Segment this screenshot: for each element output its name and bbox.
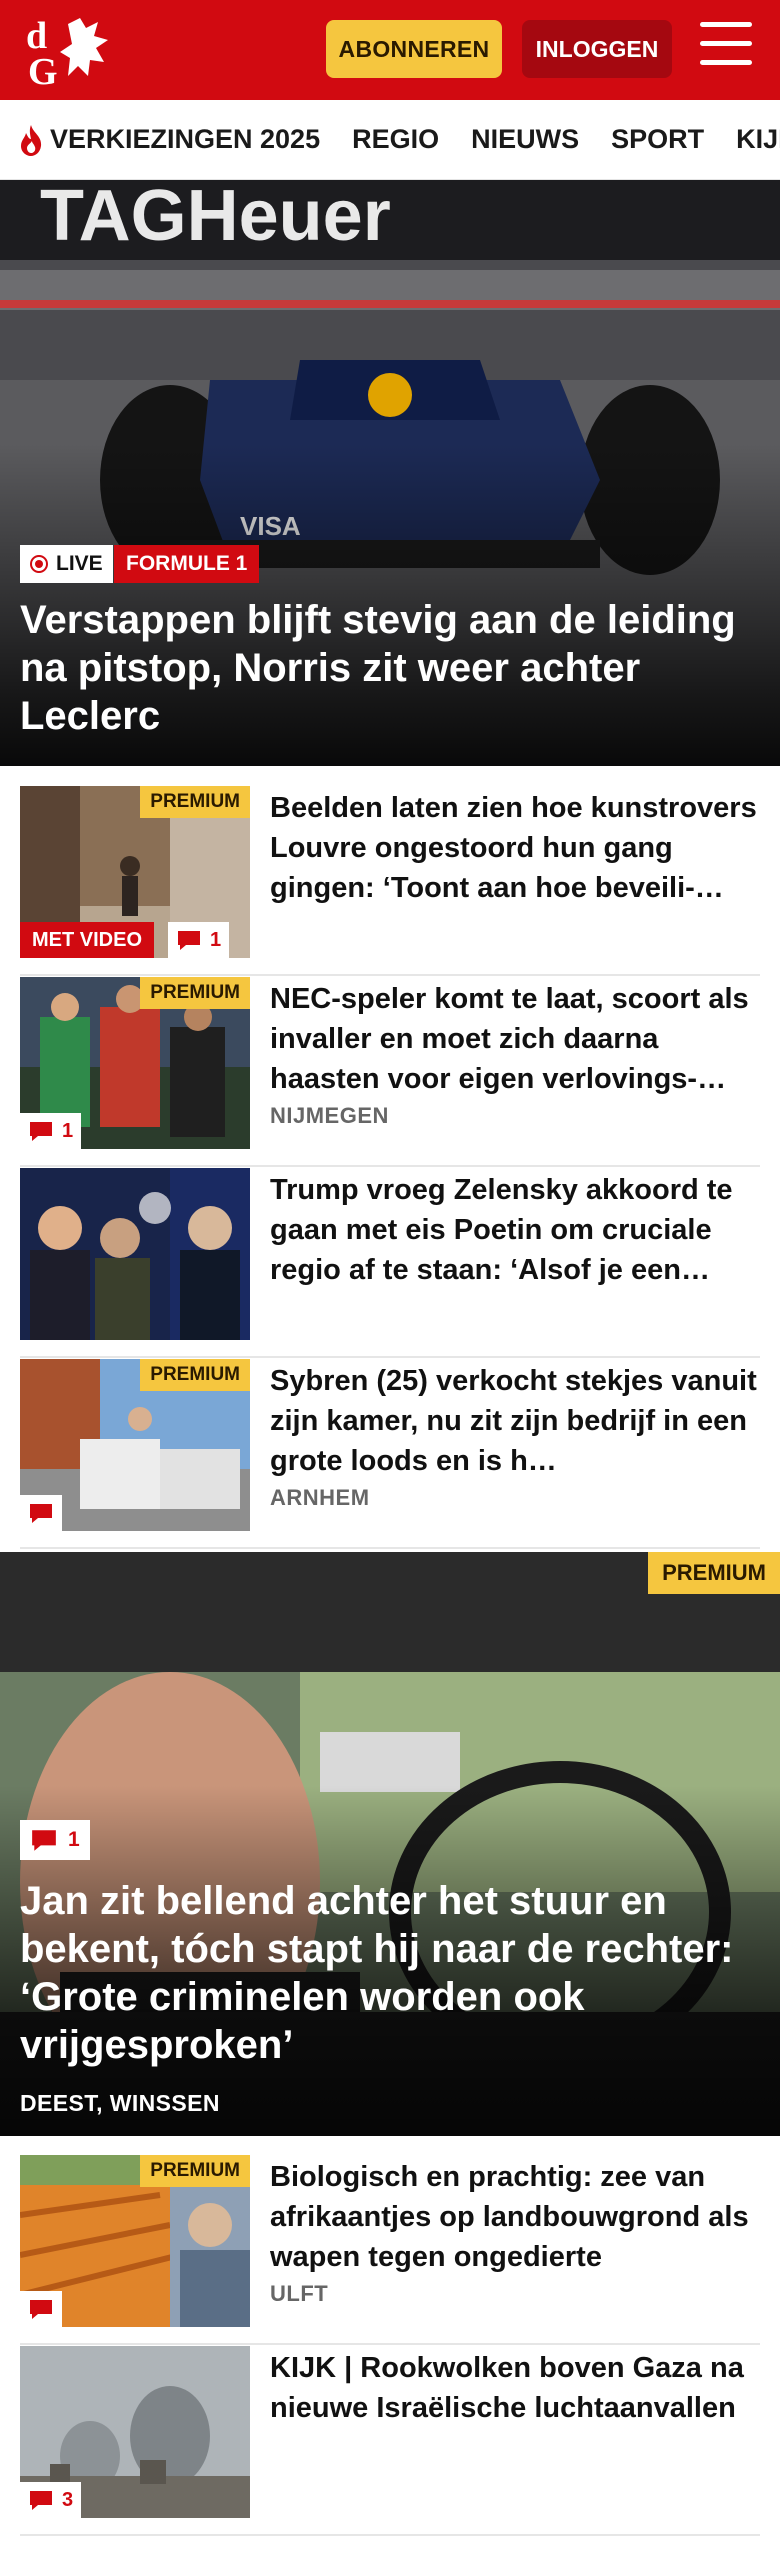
- article-thumbnail: PREMIUM MET VIDEO 1: [20, 786, 250, 958]
- article-thumbnail: PREMIUM: [20, 1359, 250, 1531]
- comment-count[interactable]: 3: [20, 2482, 82, 2518]
- article-title[interactable]: Biologisch en prachtig: zee van afrikaan…: [270, 2157, 760, 2277]
- feature-location: DEEST, WINSSEN: [20, 2090, 220, 2116]
- svg-text:G: G: [28, 51, 58, 88]
- live-label: LIVE: [56, 552, 103, 575]
- nav-item-regio[interactable]: REGIO: [352, 124, 439, 155]
- premium-badge: PREMIUM: [140, 2155, 250, 2187]
- comment-count[interactable]: [20, 2291, 62, 2327]
- article-location: ULFT: [270, 2281, 329, 2306]
- nav-item-nieuws[interactable]: NIEUWS: [471, 124, 579, 155]
- nav-item-verkiezingen[interactable]: VERKIEZINGEN 2025: [16, 123, 320, 157]
- feature-article[interactable]: PREMIUM 1 Jan zit bellend achter het stu…: [0, 1552, 780, 2136]
- list-item[interactable]: PREMIUM 1 NEC-speler komt te laat, scoor…: [20, 977, 760, 1167]
- article-title[interactable]: NEC-speler komt te laat, scoort als inva…: [270, 979, 760, 1099]
- hero-article[interactable]: TAGHeuer VISA LIVE FORMULE 1 Verstappen …: [0, 180, 780, 766]
- logo-icon: d G: [26, 15, 108, 93]
- article-thumbnail: 3: [20, 2346, 250, 2518]
- article-thumbnail: PREMIUM 1: [20, 977, 250, 1149]
- article-title[interactable]: Beelden laten zien hoe kunstro­vers Louv…: [270, 788, 760, 908]
- comment-icon: [30, 1504, 52, 1523]
- top-bar: d G ABONNEREN INLOGGEN: [0, 0, 780, 100]
- live-badge: LIVE: [20, 545, 113, 583]
- list-item[interactable]: PREMIUM MET VIDEO 1 Beelden laten zien h…: [20, 786, 760, 976]
- article-title[interactable]: KIJK | Rookwolken boven Gaza na nieuwe I…: [270, 2348, 760, 2468]
- article-title[interactable]: Sybren (25) verkocht stekjes vanuit zijn…: [270, 1361, 760, 1481]
- comment-count-value: 1: [210, 928, 222, 951]
- article-location: NIJMEGEN: [270, 1103, 389, 1128]
- site-logo[interactable]: d G: [24, 14, 116, 93]
- premium-badge: PREMIUM: [140, 977, 250, 1009]
- comment-count[interactable]: [20, 1495, 62, 1531]
- login-button[interactable]: INLOGGEN: [522, 20, 672, 78]
- list-item[interactable]: PREMIUM Biologisch en prachtig: zee van …: [20, 2155, 760, 2345]
- list-item[interactable]: PREMIUM Sybren (25) verkocht stekjes van…: [20, 1359, 760, 1549]
- nav-item-label: VERKIEZINGEN 2025: [50, 124, 321, 154]
- feature-title[interactable]: Jan zit bellend achter het stuur en beke…: [20, 1877, 760, 2069]
- list-item[interactable]: 3 KIJK | Rookwolken boven Gaza na nieuwe…: [20, 2346, 760, 2536]
- flame-icon: [21, 124, 42, 156]
- article-thumbnail: PREMIUM: [20, 2155, 250, 2327]
- category-badge: FORMULE 1: [114, 545, 260, 583]
- article-title[interactable]: Trump vroeg Zelensky akkoord te gaan met…: [270, 1170, 760, 1290]
- article-thumbnail: [20, 1168, 250, 1340]
- thumbnail-image: [20, 1168, 250, 1340]
- comment-icon: [30, 2300, 52, 2319]
- comment-count[interactable]: 1: [168, 922, 230, 958]
- comment-count-value: 1: [68, 1828, 80, 1851]
- nav-item-sport[interactable]: SPORT: [611, 124, 704, 155]
- premium-badge: PREMIUM: [648, 1552, 780, 1594]
- premium-badge: PREMIUM: [140, 786, 250, 818]
- premium-badge: PREMIUM: [140, 1359, 250, 1391]
- article-location: ARNHEM: [270, 1485, 370, 1510]
- hero-title[interactable]: Verstappen blijft stevig aan de leiding …: [20, 596, 760, 740]
- comment-count[interactable]: 1: [20, 1113, 82, 1149]
- video-badge: MET VIDEO: [20, 922, 155, 958]
- comment-icon: [30, 2491, 52, 2510]
- nav-item-kijk[interactable]: KIJK: [736, 124, 780, 155]
- section-nav: VERKIEZINGEN 2025 REGIO NIEUWS SPORT KIJ…: [0, 100, 780, 180]
- comment-count-value: 3: [62, 2488, 74, 2511]
- live-dot-icon: [30, 555, 48, 573]
- comment-icon: [178, 931, 200, 950]
- comment-count[interactable]: 1: [20, 1820, 90, 1860]
- list-item[interactable]: Trump vroeg Zelensky akkoord te gaan met…: [20, 1168, 760, 1358]
- subscribe-button[interactable]: ABONNEREN: [326, 20, 502, 78]
- comment-count-value: 1: [62, 1119, 74, 1142]
- comment-icon: [30, 1122, 52, 1141]
- hamburger-menu-icon[interactable]: [700, 22, 752, 72]
- comment-icon: [32, 1830, 56, 1851]
